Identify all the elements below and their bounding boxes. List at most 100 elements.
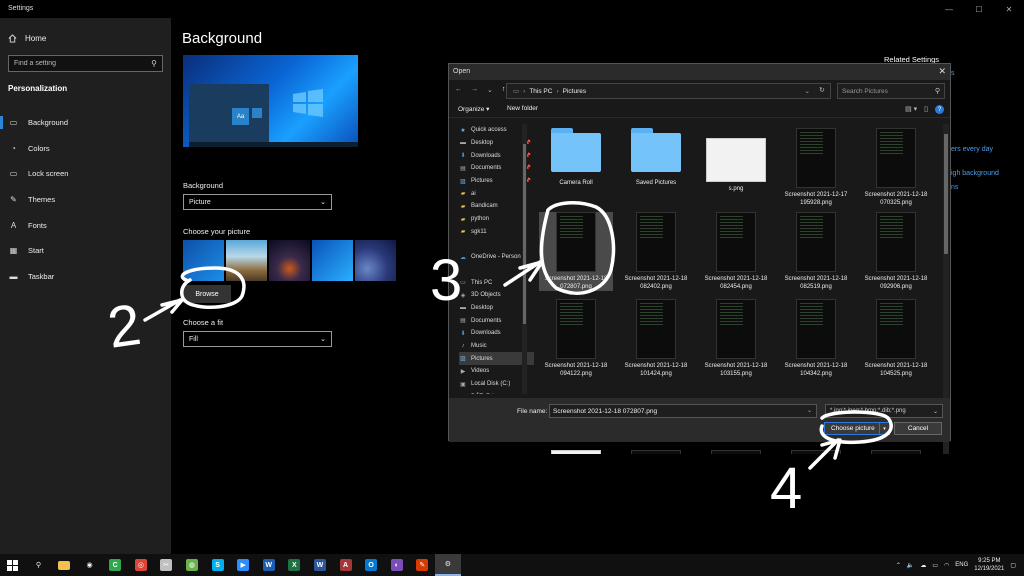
taskbar-button[interactable]: W xyxy=(307,554,333,576)
forward-arrow-icon[interactable]: → xyxy=(471,86,478,94)
volume-icon[interactable]: 🔈 xyxy=(907,562,914,569)
image-thumbnail[interactable] xyxy=(871,450,921,454)
chevron-down-icon[interactable]: ⌄ xyxy=(807,407,812,414)
picture-thumbnail[interactable] xyxy=(355,240,396,281)
image-thumbnail[interactable] xyxy=(551,450,601,454)
notification-icon[interactable]: ▢ xyxy=(1010,562,1016,569)
file-item[interactable]: Screenshot 2021-12-18 082402.png xyxy=(619,212,693,291)
breadcrumb-pictures[interactable]: Pictures xyxy=(563,88,586,95)
sidebar-item-colors[interactable]: ◔ Colors xyxy=(0,136,171,162)
refresh-icon[interactable]: ↻ xyxy=(819,86,825,94)
home-link[interactable]: Home xyxy=(8,34,46,43)
back-arrow-icon[interactable]: ← xyxy=(455,86,462,94)
up-arrow-icon[interactable]: ↑ xyxy=(502,86,506,94)
related-link[interactable]: ns xyxy=(951,184,958,191)
taskbar-button[interactable]: ◐ xyxy=(384,554,410,576)
sidebar-item-fonts[interactable]: A Fonts xyxy=(0,212,171,238)
related-link[interactable]: s xyxy=(951,70,955,77)
fit-dropdown[interactable]: Fill ⌄ xyxy=(183,331,332,347)
taskbar-button[interactable]: ✎ xyxy=(410,554,436,576)
sidebar-item-themes[interactable]: ✎ Themes xyxy=(0,187,171,213)
search-icon[interactable]: ⚲ xyxy=(151,59,157,68)
split-arrow-icon[interactable]: ▾ xyxy=(879,423,889,434)
file-item[interactable]: Screenshot 2021-12-18 104342.png xyxy=(779,299,853,378)
chevron-down-icon: ⌄ xyxy=(932,408,938,415)
dialog-search-input[interactable] xyxy=(842,87,932,95)
folder-item[interactable]: Camera Roll xyxy=(539,128,613,188)
folder-item[interactable]: Saved Pictures xyxy=(619,128,693,188)
address-bar[interactable]: ▭ › This PC › Pictures ⌄ xyxy=(506,83,831,99)
cancel-button[interactable]: Cancel xyxy=(894,422,942,435)
background-dropdown[interactable]: Picture ⌄ xyxy=(183,194,332,210)
snip-icon: ✂ xyxy=(160,559,173,571)
taskbar-button[interactable]: ⚙ xyxy=(435,554,461,576)
taskbar-button[interactable]: ◍ xyxy=(179,554,205,576)
image-thumbnail[interactable] xyxy=(631,450,681,454)
dialog-search[interactable]: ⚲ xyxy=(837,83,945,99)
picture-thumbnail[interactable] xyxy=(226,240,267,281)
file-item[interactable]: Screenshot 2021-12-18 103155.png xyxy=(699,299,773,378)
wifi-icon[interactable]: ◠ xyxy=(944,562,949,569)
sidebar-item-lock-screen[interactable]: ▭ Lock screen xyxy=(0,161,171,187)
browse-button[interactable]: Browse xyxy=(183,285,231,303)
close-icon[interactable]: ✕ xyxy=(994,0,1024,18)
breadcrumb-this-pc[interactable]: This PC xyxy=(529,88,552,95)
search-icon[interactable]: ⚲ xyxy=(935,87,940,95)
taskbar-button[interactable]: ✂ xyxy=(154,554,180,576)
picture-thumbnail[interactable] xyxy=(183,240,224,281)
help-icon[interactable]: ? xyxy=(935,105,944,114)
cloud-icon[interactable]: ☁ xyxy=(920,562,926,569)
taskbar-button[interactable]: X xyxy=(282,554,308,576)
taskbar-button[interactable]: O xyxy=(358,554,384,576)
close-icon[interactable]: ✕ xyxy=(938,66,946,77)
file-item[interactable]: Screenshot 2021-12-18 070325.png xyxy=(859,128,933,207)
sidebar-item-taskbar[interactable]: ▬ Taskbar xyxy=(0,264,171,290)
image-thumbnail[interactable] xyxy=(711,450,761,454)
view-options-icon[interactable]: ▤ ▾ xyxy=(905,105,917,114)
clock[interactable]: 9:25 PM 12/19/2021 xyxy=(974,557,1004,573)
file-item[interactable]: Screenshot 2021-12-17 195928.png xyxy=(779,128,853,207)
taskbar-button[interactable]: ◎ xyxy=(128,554,154,576)
file-item[interactable]: Screenshot 2021-12-18 092906.png xyxy=(859,212,933,291)
taskbar-button[interactable]: ⚲ xyxy=(26,554,52,576)
file-item[interactable]: Screenshot 2021-12-18 082519.png xyxy=(779,212,853,291)
taskbar-button[interactable]: S xyxy=(205,554,231,576)
taskbar-button[interactable] xyxy=(0,554,26,576)
taskbar-button[interactable]: ▶ xyxy=(230,554,256,576)
sidebar-item-start[interactable]: ▦ Start xyxy=(0,238,171,264)
related-link[interactable]: igh background xyxy=(951,170,999,177)
minimize-icon[interactable]: — xyxy=(934,0,964,18)
picture-thumbnail[interactable] xyxy=(269,240,310,281)
chevron-up-icon[interactable]: ⌃ xyxy=(896,562,901,569)
file-item[interactable]: Screenshot 2021-12-18 104525.png xyxy=(859,299,933,378)
history-chevron-icon[interactable]: ⌄ xyxy=(487,86,493,94)
picture-thumbnail[interactable] xyxy=(312,240,353,281)
file-item[interactable]: Screenshot 2021-12-18 101424.png xyxy=(619,299,693,378)
sidebar-item-background[interactable]: ▭ Background xyxy=(0,110,171,136)
settings-search[interactable]: ⚲ xyxy=(8,55,163,72)
star-icon: ★ xyxy=(460,127,466,134)
file-name-input[interactable] xyxy=(549,404,817,418)
taskbar-button[interactable]: C xyxy=(102,554,128,576)
new-folder-button[interactable]: New folder xyxy=(507,105,538,112)
taskbar-button[interactable] xyxy=(51,554,77,576)
organize-button[interactable]: Organize ▾ xyxy=(458,105,489,113)
file-type-select[interactable]: *.jpg;*.jpeg;*.bmp;*.dib;*.png ⌄ xyxy=(825,404,943,418)
preview-pane-icon[interactable]: ▯ xyxy=(924,105,928,114)
file-item[interactable]: Screenshot 2021-12-18 082454.png xyxy=(699,212,773,291)
image-thumbnail[interactable] xyxy=(791,450,841,454)
chevron-down-icon[interactable]: ⌄ xyxy=(805,87,810,95)
choose-picture-button[interactable]: Choose picture ▾ xyxy=(824,422,890,435)
maximize-icon[interactable]: ☐ xyxy=(964,0,994,18)
taskbar-button[interactable]: A xyxy=(333,554,359,576)
settings-search-input[interactable] xyxy=(14,60,144,67)
file-item[interactable]: Screenshot 2021-12-18 072807.png xyxy=(539,212,613,291)
file-item[interactable]: s.png xyxy=(699,128,773,194)
nav-pane-scrollbar[interactable] xyxy=(522,124,527,394)
taskbar-button[interactable]: ◉ xyxy=(77,554,103,576)
battery-icon[interactable]: ▭ xyxy=(932,562,938,569)
file-item[interactable]: Screenshot 2021-12-18 094122.png xyxy=(539,299,613,378)
language-indicator[interactable]: ENG xyxy=(955,562,968,568)
taskbar-button[interactable]: W xyxy=(256,554,282,576)
related-link[interactable]: ers every day xyxy=(951,146,993,153)
